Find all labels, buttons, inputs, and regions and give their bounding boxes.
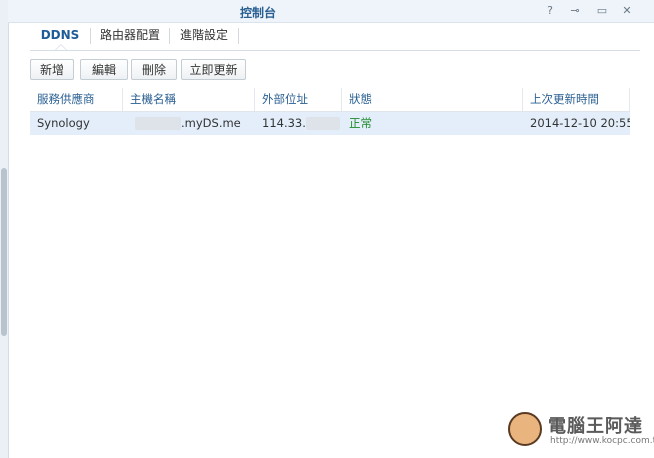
column-header-hostname[interactable]: 主機名稱 bbox=[123, 88, 255, 111]
watermark-logo: 電腦王阿達 http://www.kocpc.com.tw bbox=[508, 410, 654, 452]
pin-icon[interactable]: ⊸ bbox=[567, 3, 583, 19]
maximize-icon[interactable]: ▭ bbox=[594, 3, 610, 19]
mascot-icon bbox=[508, 412, 542, 446]
update-now-button[interactable]: 立即更新 bbox=[181, 59, 246, 80]
hostname-cell: .myDS.me bbox=[123, 112, 255, 135]
last-update-cell: 2014-12-10 20:55 bbox=[530, 116, 630, 130]
tab-divider bbox=[238, 28, 239, 44]
close-icon[interactable]: ✕ bbox=[619, 3, 635, 19]
window-title: 控制台 bbox=[239, 6, 276, 20]
hostname-suffix: .myDS.me bbox=[181, 116, 241, 130]
active-tab-indicator bbox=[55, 44, 67, 50]
status-cell: 正常 bbox=[349, 116, 372, 130]
provider-cell: Synology bbox=[37, 116, 90, 130]
address-cell: 114.33. bbox=[255, 112, 342, 135]
delete-button[interactable]: 刪除 bbox=[131, 59, 177, 80]
add-button[interactable]: 新增 bbox=[30, 59, 74, 80]
edit-button[interactable]: 編輯 bbox=[80, 59, 128, 80]
tab-bar: DDNS 路由器配置 進階設定 bbox=[30, 22, 640, 51]
ddns-table: 服務供應商 主機名稱 外部位址 狀態 上次更新時間 Synology .myDS… bbox=[30, 88, 630, 135]
address-prefix: 114.33. bbox=[262, 116, 306, 130]
watermark-text: 電腦王阿達 bbox=[548, 416, 643, 437]
column-header-address[interactable]: 外部位址 bbox=[255, 88, 342, 111]
table-header: 服務供應商 主機名稱 外部位址 狀態 上次更新時間 bbox=[30, 88, 630, 112]
watermark-url: http://www.kocpc.com.tw bbox=[550, 436, 654, 446]
tab-advanced[interactable]: 進階設定 bbox=[170, 22, 238, 49]
help-icon[interactable]: ? bbox=[542, 3, 558, 19]
redacted-mask bbox=[305, 117, 340, 130]
tab-router-config[interactable]: 路由器配置 bbox=[91, 22, 169, 49]
window-titlebar: 控制台 ? ⊸ ▭ ✕ bbox=[8, 0, 654, 23]
column-header-status[interactable]: 狀態 bbox=[342, 88, 523, 111]
scrollbar-thumb[interactable] bbox=[1, 168, 7, 336]
redacted-mask bbox=[135, 117, 181, 130]
column-header-last-update[interactable]: 上次更新時間 bbox=[523, 88, 630, 111]
table-row[interactable]: Synology .myDS.me 114.33. 正常 2014-12-10 … bbox=[30, 112, 630, 135]
column-header-provider[interactable]: 服務供應商 bbox=[30, 88, 123, 111]
left-frame-edge bbox=[0, 0, 9, 458]
